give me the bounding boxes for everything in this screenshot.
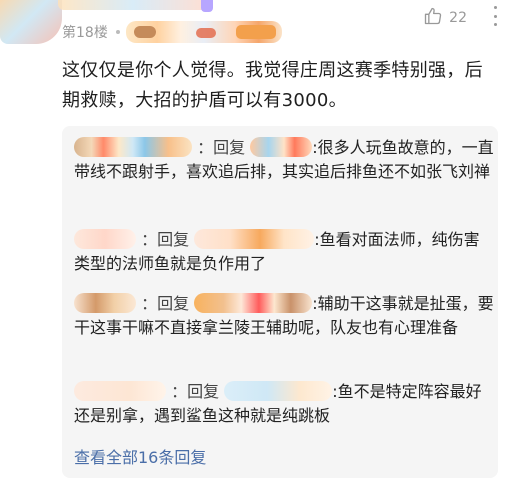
reply-item[interactable]: ：回复 :辅助干这事就是扯蛋，要干这事干嘛不直接拿兰陵王辅助呢，队友也有心理准备: [74, 292, 494, 340]
username-blurred[interactable]: [125, 21, 282, 43]
reply-list: ：回复 :很多人玩鱼故意的，一直带线不跟射手，喜欢追后排，其实追后排鱼还不如张飞…: [62, 126, 498, 478]
reply-word: ：回复: [141, 230, 190, 249]
reply-target-blurred[interactable]: [194, 292, 313, 313]
reply-target-blurred[interactable]: [194, 228, 315, 249]
comment-text: 这仅仅是你个人觉得。我觉得庄周这赛季特别强，后期救赎，大招的护盾可以有3000。: [62, 60, 483, 111]
thumbs-up-icon: [423, 6, 443, 30]
avatar[interactable]: [0, 0, 62, 44]
reply-item[interactable]: ：回复 :很多人玩鱼故意的，一直带线不跟射手，喜欢追后排，其实追后排鱼还不如张飞…: [74, 136, 494, 184]
reply-author-blurred[interactable]: [74, 136, 192, 157]
floor-label: 第18楼: [62, 25, 108, 41]
reply-word: ：回复: [141, 294, 190, 313]
reply-target-blurred[interactable]: [250, 136, 313, 157]
level-badge: [201, 0, 213, 12]
post-meta: 第18楼: [62, 20, 282, 44]
separator-dot: [115, 30, 120, 34]
reply-word: ：回复: [171, 382, 220, 401]
reply-author-blurred[interactable]: [74, 380, 166, 401]
reply-item[interactable]: ：回复 :鱼看对面法师，纯伤害类型的法师鱼就是负作用了: [74, 228, 494, 276]
user-badge-strip: [58, 0, 208, 10]
reply-item[interactable]: ：回复 :鱼不是特定阵容最好还是别拿，遇到鲨鱼这种就是纯跳板: [74, 380, 494, 428]
view-all-replies-link[interactable]: 查看全部16条回复: [74, 444, 206, 468]
like-count: 22: [449, 10, 467, 26]
reply-target-blurred[interactable]: [224, 380, 333, 401]
reply-author-blurred[interactable]: [74, 292, 136, 313]
more-vertical-icon[interactable]: [491, 6, 499, 26]
reply-word: ：回复: [197, 138, 246, 157]
like-button[interactable]: 22: [423, 6, 467, 30]
reply-author-blurred[interactable]: [74, 228, 136, 249]
